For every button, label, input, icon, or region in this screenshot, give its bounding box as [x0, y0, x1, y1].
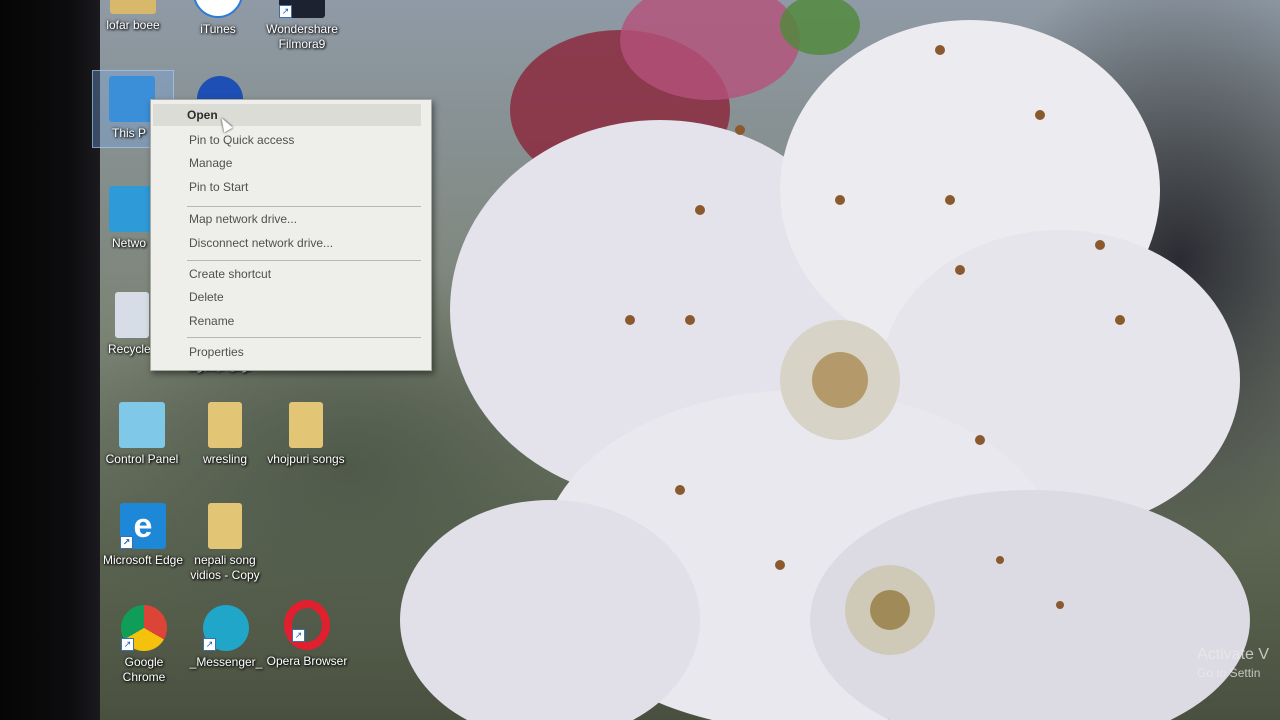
menu-item-create-shortcut[interactable]: Create shortcut — [189, 263, 271, 285]
desktop-icon-messenger[interactable]: ↗ _Messenger_ — [184, 605, 268, 670]
menu-item-disconnect-network-drive[interactable]: Disconnect network drive... — [189, 232, 333, 254]
desktop-icon-wresling[interactable]: wresling — [183, 402, 267, 467]
watermark-line-1: Activate V — [1197, 646, 1270, 663]
menu-item-pin-to-start[interactable]: Pin to Start — [189, 176, 248, 198]
menu-item-rename[interactable]: Rename — [189, 310, 234, 332]
desktop-icon-lofar-boee[interactable]: lofar boee — [91, 0, 175, 33]
monitor-bezel — [0, 0, 100, 720]
control-panel-icon — [119, 402, 165, 448]
folder-icon — [110, 0, 156, 14]
menu-separator — [187, 337, 421, 338]
this-pc-icon — [109, 76, 155, 122]
network-icon — [109, 186, 155, 232]
chrome-icon: ↗ — [121, 605, 167, 651]
desktop-icon-itunes[interactable]: iTunes — [176, 0, 260, 37]
menu-item-open[interactable]: Open — [153, 104, 421, 126]
menu-item-properties[interactable]: Properties — [189, 341, 244, 363]
filmora-icon: ↗ — [279, 0, 325, 18]
shortcut-arrow-icon: ↗ — [120, 536, 133, 549]
menu-item-map-network-drive[interactable]: Map network drive... — [189, 208, 297, 230]
desktop-icon-filmora[interactable]: ↗ Wondershare Filmora9 — [260, 0, 344, 52]
desktop-icon-nepali-song[interactable]: nepali song vidios - Copy — [183, 503, 267, 583]
messenger-icon: ↗ — [203, 605, 249, 651]
itunes-icon — [193, 0, 243, 18]
shortcut-arrow-icon: ↗ — [121, 638, 134, 651]
context-menu[interactable]: Open Pin to Quick access Manage Pin to S… — [150, 99, 432, 371]
recycle-bin-icon — [115, 292, 149, 338]
shortcut-arrow-icon: ↗ — [292, 629, 305, 642]
desktop-icon-google-chrome[interactable]: ↗ Google Chrome — [102, 605, 186, 685]
folder-icon — [208, 503, 242, 549]
menu-item-pin-quick-access[interactable]: Pin to Quick access — [189, 129, 294, 151]
desktop-icon-control-panel[interactable]: Control Panel — [100, 402, 184, 467]
activation-watermark: Activate V Go to Settin — [1197, 646, 1269, 680]
edge-icon: e ↗ — [120, 503, 166, 549]
folder-icon — [208, 402, 242, 448]
desktop-icon-opera[interactable]: ↗ Opera Browser — [265, 600, 349, 669]
menu-item-delete[interactable]: Delete — [189, 286, 224, 308]
shortcut-arrow-icon: ↗ — [203, 638, 216, 651]
desktop-icon-microsoft-edge[interactable]: e ↗ Microsoft Edge — [101, 503, 185, 568]
folder-icon — [289, 402, 323, 448]
watermark-line-2: Go to Settin — [1197, 666, 1261, 680]
menu-separator — [187, 260, 421, 261]
shortcut-arrow-icon: ↗ — [279, 5, 292, 18]
screen: Activate V Go to Settin lofar boee iTune… — [0, 0, 1280, 720]
opera-icon: ↗ — [284, 600, 330, 650]
menu-separator — [187, 206, 421, 207]
menu-item-manage[interactable]: Manage — [189, 152, 232, 174]
desktop-icon-vhojpuri-songs[interactable]: vhojpuri songs — [264, 402, 348, 467]
